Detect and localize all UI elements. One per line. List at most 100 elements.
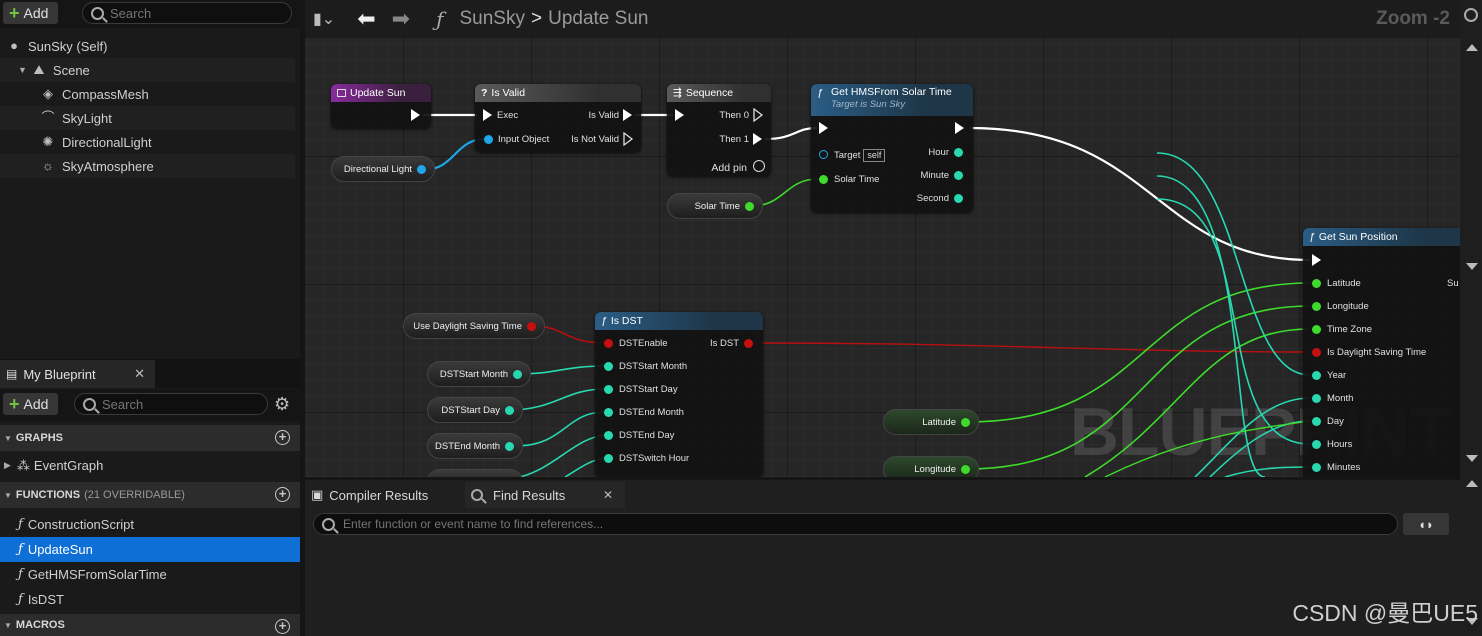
int-in-pin[interactable] [1312,394,1321,403]
var-partial[interactable] [427,469,523,477]
breadcrumb-current[interactable]: Update Sun [548,8,648,30]
exec-out-pin[interactable] [753,133,762,145]
scroll-up-icon[interactable] [1466,480,1478,487]
exec-in-pin[interactable] [1312,254,1321,266]
scroll-down-icon[interactable] [1466,455,1478,462]
node-get-sun-position[interactable]: ƒ Get Sun Position Latitude Su Longitude… [1303,228,1460,477]
var-solar-time[interactable]: Solar Time [667,193,763,219]
object-pin[interactable] [417,165,426,174]
int-in-pin[interactable] [604,385,613,394]
float-pin[interactable] [961,418,970,427]
exec-in-pin[interactable] [675,109,684,121]
function-item-updatesun[interactable]: ƒ UpdateSun [0,537,300,562]
blueprint-graph[interactable]: BLUEPRINT Update Sun Directional Light ?… [305,38,1460,477]
forward-arrow-icon[interactable]: ➡ [392,6,410,32]
add-graph-icon[interactable]: + [275,430,290,445]
node-sequence[interactable]: ⇶ Sequence Then 0 Then 1 Add pin [667,84,771,176]
function-item-gethms[interactable]: ƒ GetHMSFromSolarTime [0,562,300,587]
int-out-pin[interactable] [954,148,963,157]
int-pin[interactable] [505,406,514,415]
component-row-scene[interactable]: ▼ ⛰ Scene [0,58,295,82]
node-is-valid[interactable]: ? Is Valid Exec Input Object Is Valid Is… [475,84,641,152]
add-component-button[interactable]: + Add [3,2,59,24]
tab-find-results[interactable]: Find Results ✕ [465,482,625,508]
bool-in-pin[interactable] [604,339,613,348]
component-row-skyatmosphere[interactable]: ☼ SkyAtmosphere [0,154,295,178]
int-in-pin[interactable] [1312,463,1321,472]
collapse-arrow-icon[interactable]: ▼ [4,491,12,500]
component-row-compassmesh[interactable]: ◈ CompassMesh [0,82,295,106]
exec-outline-icon[interactable] [753,108,764,122]
int-in-pin[interactable] [604,454,613,463]
bool-in-pin[interactable] [1312,348,1321,357]
find-search[interactable] [313,513,1398,535]
function-item-constructionscript[interactable]: ƒ ConstructionScript [0,512,300,537]
object-in-pin[interactable] [484,135,493,144]
bookmark-icon[interactable]: ▮⌄ [313,9,335,29]
var-directional-light[interactable]: Directional Light [331,156,435,182]
var-dst-end-month[interactable]: DSTEnd Month [427,433,523,459]
int-out-pin[interactable] [954,194,963,203]
float-in-pin[interactable] [819,175,828,184]
exec-in-pin[interactable] [483,109,492,121]
scroll-down-icon[interactable] [1466,263,1478,270]
float-in-pin[interactable] [1312,302,1321,311]
add-pin-icon[interactable] [753,160,765,172]
bool-out-pin[interactable] [744,339,753,348]
settings-icon[interactable] [1464,8,1478,22]
add-macro-icon[interactable]: + [275,619,290,634]
float-in-pin[interactable] [1312,325,1321,334]
component-row-skylight[interactable]: ⌒ SkyLight [0,106,295,130]
find-button[interactable]: ◖◗ [1403,513,1449,535]
expand-arrow-icon[interactable]: ▶ [4,460,11,471]
var-dst-start-day[interactable]: DSTStart Day [427,397,523,423]
node-is-dst[interactable]: ƒ Is DST DSTEnable Is DST DSTStart Month… [595,312,763,477]
tab-compiler-results[interactable]: ▣ Compiler Results [305,482,463,508]
blueprint-search[interactable] [74,393,268,415]
int-out-pin[interactable] [954,171,963,180]
gear-icon[interactable]: ⚙ [274,394,290,415]
int-in-pin[interactable] [604,431,613,440]
var-use-dst[interactable]: Use Daylight Saving Time [403,313,545,339]
exec-out-pin[interactable] [955,122,964,134]
exec-out-pin[interactable] [623,109,632,121]
section-macros[interactable]: ▼ MACROS + [0,614,300,636]
int-pin[interactable] [513,370,522,379]
bool-pin[interactable] [527,322,536,331]
components-search[interactable] [82,2,292,24]
add-function-icon[interactable]: + [275,487,290,502]
var-longitude[interactable]: Longitude [883,456,979,477]
collapse-arrow-icon[interactable]: ▼ [4,434,12,443]
scroll-up-icon[interactable] [1466,44,1478,51]
back-arrow-icon[interactable]: ⬅ [357,6,375,32]
int-in-pin[interactable] [604,362,613,371]
close-icon[interactable]: ✕ [603,488,613,502]
exec-in-pin[interactable] [819,122,828,134]
components-search-input[interactable] [110,5,260,21]
var-dst-start-month[interactable]: DSTStart Month [427,361,531,387]
add-member-button[interactable]: + Add [3,393,59,415]
collapse-arrow-icon[interactable]: ▼ [4,621,12,630]
int-in-pin[interactable] [1312,417,1321,426]
node-update-sun[interactable]: Update Sun [331,84,431,128]
breadcrumb-root[interactable]: SunSky [460,8,525,30]
float-pin[interactable] [961,465,970,474]
blueprint-search-input[interactable] [102,396,252,412]
component-row-self[interactable]: ● SunSky (Self) [0,34,295,58]
var-latitude[interactable]: Latitude [883,409,979,435]
tab-my-blueprint[interactable]: ▤ My Blueprint ✕ [0,360,155,388]
graph-item-eventgraph[interactable]: ▶ ⁂ EventGraph [0,453,300,478]
int-pin[interactable] [505,442,514,451]
int-in-pin[interactable] [1312,371,1321,380]
exec-out-pin[interactable] [411,109,420,121]
add-pin-label[interactable]: Add pin [711,162,747,174]
self-box[interactable]: self [863,149,886,162]
function-item-isdst[interactable]: ƒ IsDST [0,587,300,612]
find-search-input[interactable] [343,517,1243,531]
section-functions[interactable]: ▼ FUNCTIONS (21 OVERRIDABLE) + [0,482,300,508]
close-icon[interactable]: ✕ [134,366,145,382]
component-row-directionallight[interactable]: ✺ DirectionalLight [0,130,295,154]
int-in-pin[interactable] [604,408,613,417]
float-pin[interactable] [745,202,754,211]
float-in-pin[interactable] [1312,279,1321,288]
